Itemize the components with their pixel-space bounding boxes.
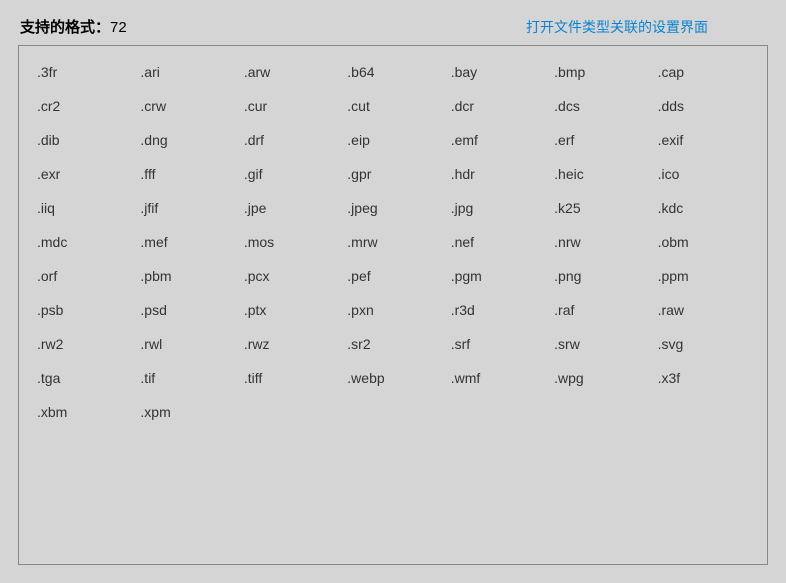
title-label: 支持的格式：	[20, 19, 110, 36]
format-item: .jpeg	[341, 200, 444, 216]
format-count: 72	[110, 19, 127, 36]
format-item: .jpg	[445, 200, 548, 216]
format-item: .cut	[341, 98, 444, 114]
format-item: .heic	[548, 166, 651, 182]
format-item: .xpm	[134, 404, 237, 420]
format-item: .raw	[652, 302, 755, 318]
format-item: .psb	[31, 302, 134, 318]
format-item: .tga	[31, 370, 134, 386]
format-item: .hdr	[445, 166, 548, 182]
format-item: .tiff	[238, 370, 341, 386]
format-item: .sr2	[341, 336, 444, 352]
format-item: .bay	[445, 64, 548, 80]
format-item: .mdc	[31, 234, 134, 250]
format-item: .r3d	[445, 302, 548, 318]
format-item: .tif	[134, 370, 237, 386]
format-item: .wpg	[548, 370, 651, 386]
format-item: .webp	[341, 370, 444, 386]
format-item: .obm	[652, 234, 755, 250]
format-item: .exif	[652, 132, 755, 148]
format-item: .rw2	[31, 336, 134, 352]
format-item: .erf	[548, 132, 651, 148]
format-item: .xbm	[31, 404, 134, 420]
format-item: .k25	[548, 200, 651, 216]
format-item: .mos	[238, 234, 341, 250]
format-item: .dcr	[445, 98, 548, 114]
format-item: .x3f	[652, 370, 755, 386]
format-item: .raf	[548, 302, 651, 318]
main-container: 支持的格式：72 打开文件类型关联的设置界面 .3fr.ari.arw.b64.…	[0, 0, 786, 583]
format-item: .bmp	[548, 64, 651, 80]
format-item: .kdc	[652, 200, 755, 216]
format-item: .drf	[238, 132, 341, 148]
formats-grid: .3fr.ari.arw.b64.bay.bmp.cap .cr2.crw.cur…	[31, 64, 755, 420]
format-item: .jfif	[134, 200, 237, 216]
format-item: .b64	[341, 64, 444, 80]
format-item: .emf	[445, 132, 548, 148]
format-item: .dcs	[548, 98, 651, 114]
format-item: .srf	[445, 336, 548, 352]
format-item: .ptx	[238, 302, 341, 318]
format-item: .pxn	[341, 302, 444, 318]
format-item: .eip	[341, 132, 444, 148]
format-item: .3fr	[31, 64, 134, 80]
format-item: .crw	[134, 98, 237, 114]
format-item: .rwz	[238, 336, 341, 352]
format-item: .pcx	[238, 268, 341, 284]
format-item: .dds	[652, 98, 755, 114]
open-file-association-settings-link[interactable]: 打开文件类型关联的设置界面	[526, 17, 708, 37]
format-item: .iiq	[31, 200, 134, 216]
format-item: .nrw	[548, 234, 651, 250]
format-item: .nef	[445, 234, 548, 250]
format-item: .pbm	[134, 268, 237, 284]
format-item: .srw	[548, 336, 651, 352]
format-item: .gif	[238, 166, 341, 182]
format-item: .psd	[134, 302, 237, 318]
format-item: .ppm	[652, 268, 755, 284]
formats-panel: .3fr.ari.arw.b64.bay.bmp.cap .cr2.crw.cur…	[18, 45, 768, 565]
format-item: .jpe	[238, 200, 341, 216]
format-item: .rwl	[134, 336, 237, 352]
format-item: .svg	[652, 336, 755, 352]
format-item: .gpr	[341, 166, 444, 182]
format-item: .cur	[238, 98, 341, 114]
format-item: .wmf	[445, 370, 548, 386]
format-item: .dng	[134, 132, 237, 148]
format-item: .cr2	[31, 98, 134, 114]
supported-formats-title: 支持的格式：72	[20, 16, 127, 37]
format-item: .orf	[31, 268, 134, 284]
format-item: .mrw	[341, 234, 444, 250]
format-item: .pgm	[445, 268, 548, 284]
format-item: .ari	[134, 64, 237, 80]
format-item: .fff	[134, 166, 237, 182]
format-item: .mef	[134, 234, 237, 250]
header: 支持的格式：72 打开文件类型关联的设置界面	[18, 16, 768, 37]
format-item: .arw	[238, 64, 341, 80]
format-item: .png	[548, 268, 651, 284]
format-item: .dib	[31, 132, 134, 148]
format-item: .ico	[652, 166, 755, 182]
format-item: .exr	[31, 166, 134, 182]
format-item: .pef	[341, 268, 444, 284]
format-item: .cap	[652, 64, 755, 80]
